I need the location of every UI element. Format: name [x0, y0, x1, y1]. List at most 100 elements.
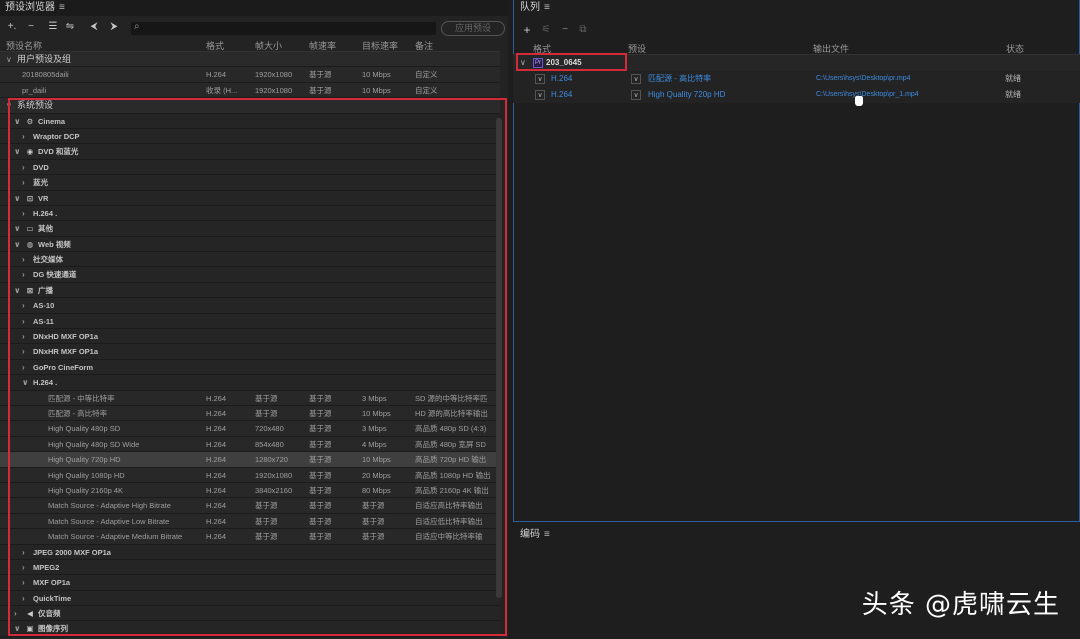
group-icon[interactable]: ☰	[47, 20, 59, 34]
new-preset-button[interactable]: +.	[5, 20, 19, 34]
chevron-right-icon[interactable]: ›	[22, 575, 25, 590]
queue-item-preset[interactable]: High Quality 720p HD	[648, 87, 725, 103]
chevron-right-icon[interactable]: ›	[22, 175, 25, 190]
preset-row[interactable]: ∨ 系统预设	[0, 98, 500, 114]
queue-item-preset[interactable]: 匹配源 - 高比特率	[648, 71, 711, 87]
q-col-preset[interactable]: 预设	[628, 42, 646, 55]
preset-row[interactable]: ∨ H.264 .	[0, 375, 500, 391]
preset-row[interactable]: › AS-10	[0, 298, 500, 314]
preset-row[interactable]: High Quality 480p SD H.264 720x480 基于源 3 Mbp…	[0, 421, 500, 437]
col-framesize-header[interactable]: 帧大小	[255, 39, 282, 52]
preset-row[interactable]: ∨ ▣ 图像序列	[0, 621, 500, 637]
remove-button[interactable]: −	[559, 23, 571, 37]
preset-row[interactable]: › QuickTime	[0, 590, 500, 607]
preset-row[interactable]: › DNxHD MXF OP1a	[0, 329, 500, 345]
preset-row[interactable]: Match Source - Adaptive Low Bitrate H.264…	[0, 513, 500, 530]
chevron-down-icon[interactable]: ∨	[14, 221, 21, 236]
encode-menu-icon[interactable]: ≡	[544, 529, 550, 540]
format-dropdown-icon[interactable]: ∨	[535, 74, 545, 84]
preset-row[interactable]: High Quality 1080p HD H.264 1920x1080 基于源 20…	[0, 467, 500, 483]
chevron-right-icon[interactable]: ›	[22, 360, 25, 375]
duplicate-icon[interactable]: ⧉	[577, 23, 589, 37]
preset-row[interactable]: ∨ ⊠ 广播	[0, 282, 500, 299]
preset-row[interactable]: Match Source - Adaptive Medium Bitrate H.…	[0, 529, 500, 545]
preset-row[interactable]: › GoPro CineForm	[0, 359, 500, 376]
preset-scrollbar[interactable]	[496, 118, 502, 598]
import-icon[interactable]: ⮜	[88, 20, 100, 34]
col-framerate-header[interactable]: 帧速率	[309, 39, 336, 52]
preset-dropdown-icon[interactable]: ∨	[631, 90, 641, 100]
settings-icon[interactable]: ⚟	[540, 23, 552, 37]
preset-row[interactable]: › MPEG2	[0, 559, 500, 576]
queue-item-format[interactable]: H.264	[551, 87, 572, 103]
preset-row[interactable]: › DNxHR MXF OP1a	[0, 344, 500, 360]
queue-item-row[interactable]: ∨ H.264 ∨ High Quality 720p HD C:\Users\…	[513, 87, 1080, 103]
preset-row[interactable]: › 蓝光	[0, 175, 500, 191]
preset-row[interactable]: ∨ ◉ DVD 和蓝光	[0, 144, 500, 160]
queue-item-output[interactable]: C:\Users\hsys\Desktop\pr.mp4	[816, 71, 911, 87]
preset-row[interactable]: ∨ ◍ Web 视频	[0, 236, 500, 253]
preset-row[interactable]: ∨ ▭ 其他	[0, 221, 500, 237]
queue-item-row[interactable]: ∨ H.264 ∨ 匹配源 - 高比特率 C:\Users\hsys\Deskt…	[513, 71, 1080, 87]
export-icon[interactable]: ⮞	[108, 20, 120, 34]
chevron-down-icon[interactable]: ∨	[6, 98, 12, 113]
chevron-right-icon[interactable]: ›	[22, 298, 25, 313]
chevron-down-icon[interactable]: ∨	[6, 52, 12, 67]
chevron-down-icon[interactable]: ∨	[14, 144, 21, 159]
preset-row[interactable]: 匹配源 - 中等比特率 H.264 基于源 基于源 3 Mbps SD 源的中等比特率匹	[0, 390, 500, 406]
chevron-right-icon[interactable]: ›	[22, 160, 25, 175]
chevron-right-icon[interactable]: ›	[22, 344, 25, 359]
chevron-right-icon[interactable]: ›	[22, 329, 25, 344]
preset-row[interactable]: › 社交媒体	[0, 252, 500, 268]
queue-item-format[interactable]: H.264	[551, 71, 572, 87]
panel-menu-icon[interactable]: ≡	[59, 2, 65, 13]
preset-row[interactable]: ∨ ⊡ VR	[0, 190, 500, 206]
chevron-right-icon[interactable]: ›	[22, 545, 25, 560]
col-comment-header[interactable]: 备注	[415, 39, 433, 52]
preset-row[interactable]: 匹配源 - 高比特率 H.264 基于源 基于源 10 Mbps HD 源的高比特率输出	[0, 405, 500, 422]
remove-preset-button[interactable]: −	[25, 20, 37, 34]
preset-dropdown-icon[interactable]: ∨	[631, 74, 641, 84]
preset-row[interactable]: High Quality 480p SD Wide H.264 854x480 基于源…	[0, 436, 500, 453]
chevron-right-icon[interactable]: ›	[22, 314, 25, 329]
chevron-right-icon[interactable]: ›	[22, 591, 25, 606]
preset-row[interactable]: 20180805daili H.264 1920x1080 基于源 10 Mbps 自定义	[0, 67, 500, 83]
chevron-right-icon[interactable]: ›	[14, 606, 17, 621]
preset-row[interactable]: › DVD	[0, 159, 500, 176]
chevron-down-icon[interactable]: ∨	[14, 191, 21, 206]
preset-row[interactable]: pr_daili 收录 (H... 1920x1080 基于源 10 Mbps 自定义	[0, 82, 500, 99]
chevron-down-icon[interactable]: ∨	[22, 375, 29, 390]
apply-preset-button[interactable]: 应用预设	[441, 21, 505, 36]
chevron-down-icon[interactable]: ∨	[14, 621, 21, 636]
preset-row[interactable]: › ◀ 仅音频	[0, 606, 500, 622]
chevron-down-icon[interactable]: ∨	[14, 114, 21, 129]
q-col-output[interactable]: 输出文件	[813, 42, 849, 55]
col-name-header[interactable]: 预设名称	[6, 39, 42, 52]
preset-row[interactable]: Match Source - Adaptive High Bitrate H.26…	[0, 498, 500, 514]
chevron-right-icon[interactable]: ›	[22, 206, 25, 221]
preset-row[interactable]: ∨ ⚙ Cinema	[0, 113, 500, 129]
preset-row[interactable]: › DG 快速通道	[0, 267, 500, 283]
add-source-button[interactable]: +	[521, 23, 533, 37]
settings-icon[interactable]: ⇋	[64, 20, 76, 34]
preset-row[interactable]: › H.264 .	[0, 205, 500, 222]
q-col-status[interactable]: 状态	[1006, 42, 1024, 55]
preset-row[interactable]: ∨ 用户预设及组	[0, 52, 500, 68]
col-bitrate-header[interactable]: 目标速率	[362, 39, 398, 52]
preset-row[interactable]: › Wraptor DCP	[0, 128, 500, 145]
chevron-right-icon[interactable]: ›	[22, 560, 25, 575]
preset-row[interactable]: › AS-11	[0, 313, 500, 330]
preset-row[interactable]: › JPEG 2000 MXF OP1a	[0, 544, 500, 560]
preset-row[interactable]: High Quality 720p HD H.264 1280x720 基于源 10 M…	[0, 452, 500, 468]
col-format-header[interactable]: 格式	[206, 39, 224, 52]
preset-search-input[interactable]: ⌕	[131, 21, 436, 35]
chevron-right-icon[interactable]: ›	[22, 129, 25, 144]
chevron-right-icon[interactable]: ›	[22, 267, 25, 282]
queue-item-output[interactable]: C:\Users\hsys\Desktop\pr_1.mp4	[816, 87, 919, 103]
chevron-down-icon[interactable]: ∨	[14, 237, 21, 252]
chevron-down-icon[interactable]: ∨	[14, 283, 21, 298]
preset-row[interactable]: High Quality 2160p 4K H.264 3840x2160 基于源 80…	[0, 482, 500, 499]
preset-row[interactable]: › MXF OP1a	[0, 575, 500, 591]
format-dropdown-icon[interactable]: ∨	[535, 90, 545, 100]
chevron-right-icon[interactable]: ›	[22, 252, 25, 267]
